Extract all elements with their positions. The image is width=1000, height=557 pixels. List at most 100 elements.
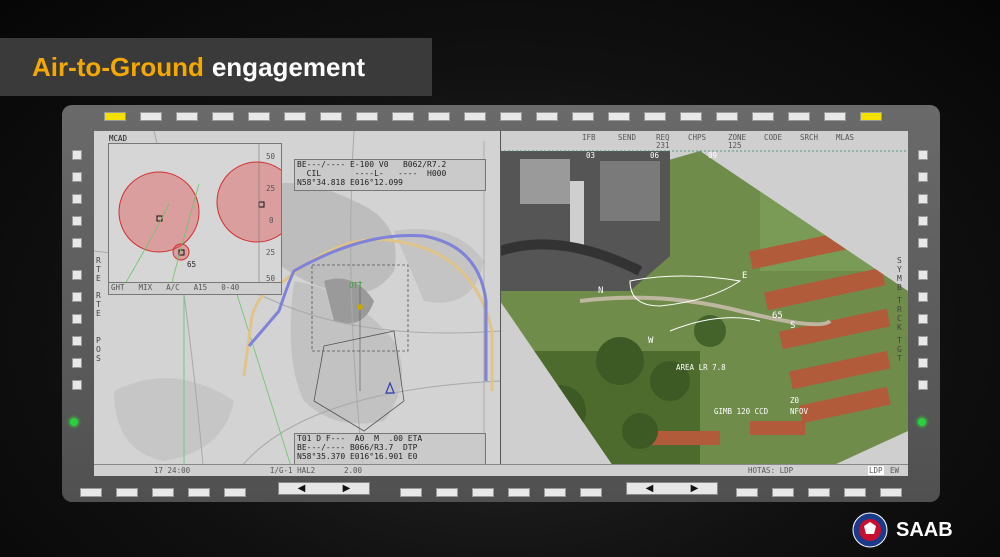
bezel-key-side[interactable] — [918, 358, 928, 368]
target-label-65: 65 — [772, 311, 783, 321]
bezel-key-top[interactable] — [788, 112, 810, 121]
compass-north: N — [598, 286, 604, 296]
bezel-key-side[interactable] — [918, 314, 928, 324]
bezel-key-top[interactable] — [500, 112, 522, 121]
bezel-key-top[interactable] — [104, 112, 126, 121]
threat-inset-graphic — [118, 144, 281, 294]
bezel-key-bottom[interactable] — [224, 488, 246, 497]
softkey-tgt[interactable]: TGT — [897, 336, 905, 363]
status-mode: I/G-1 HAL2 — [270, 466, 316, 475]
rocker-switch-left[interactable]: ◀ ▶ — [278, 482, 370, 495]
bezel-key-side[interactable] — [72, 150, 82, 160]
bezel-key-side[interactable] — [72, 358, 82, 368]
status-hotas: HOTAS: LDP — [748, 466, 794, 475]
compass-east: E — [742, 271, 748, 281]
bezel-key-side[interactable] — [918, 270, 928, 280]
bezel-key-bottom[interactable] — [736, 488, 758, 497]
bezel-key-side[interactable] — [918, 150, 928, 160]
bezel-key-top[interactable] — [248, 112, 270, 121]
bezel-key-bottom[interactable] — [580, 488, 602, 497]
rocker-switch-right[interactable]: ◀ ▶ — [626, 482, 718, 495]
bezel-key-side[interactable] — [918, 216, 928, 226]
inset-label-ac[interactable]: A/C — [166, 283, 180, 294]
bezel-key-top[interactable] — [536, 112, 558, 121]
bezel-key-side[interactable] — [72, 194, 82, 204]
bezel-key-top[interactable] — [284, 112, 306, 121]
bezel-key-side[interactable] — [72, 336, 82, 346]
bezel-key-side[interactable] — [72, 216, 82, 226]
bezel-key-top[interactable] — [356, 112, 378, 121]
bezel-key-bottom[interactable] — [844, 488, 866, 497]
bezel-key-bottom[interactable] — [772, 488, 794, 497]
bezel-key-side[interactable] — [72, 172, 82, 182]
map-footer-block: T01 D F--- A0 M .00 ETA BE---/---- B066/… — [294, 433, 486, 465]
bezel-key-top[interactable] — [752, 112, 774, 121]
bezel-key-side[interactable] — [918, 336, 928, 346]
bezel-key-top[interactable] — [464, 112, 486, 121]
bezel-key-bottom[interactable] — [544, 488, 566, 497]
inset-label-mix[interactable]: MIX — [139, 283, 153, 294]
bezel-key-top[interactable] — [716, 112, 738, 121]
softkey-mlas[interactable]: MLAS — [836, 133, 854, 142]
inset-label-range[interactable]: A15 — [194, 283, 208, 294]
bezel-key-top[interactable] — [608, 112, 630, 121]
bezel-key-bottom[interactable] — [508, 488, 530, 497]
status-ldp[interactable]: LDP — [868, 466, 884, 475]
bezel-key-side[interactable] — [72, 270, 82, 280]
bezel-key-top[interactable] — [212, 112, 234, 121]
bezel-key-top[interactable] — [644, 112, 666, 121]
bezel-key-top[interactable] — [680, 112, 702, 121]
bezel-key-bottom[interactable] — [400, 488, 422, 497]
status-ew[interactable]: EW — [890, 466, 899, 475]
softkey-code[interactable]: CODE — [764, 133, 782, 142]
bezel-key-top[interactable] — [860, 112, 882, 121]
inset-label-ght[interactable]: GHT — [111, 283, 125, 294]
bezel-key-side[interactable] — [72, 314, 82, 324]
softkey-symb[interactable]: SYMB — [897, 256, 905, 292]
bezel-key-side[interactable] — [918, 194, 928, 204]
softkey-trck[interactable]: TRCK — [897, 296, 905, 332]
map-footer-line3: N58°35.370 E016°16.901 E0 — [297, 452, 418, 461]
bezel-key-bottom[interactable] — [880, 488, 902, 497]
bezel-key-top[interactable] — [320, 112, 342, 121]
tactical-map[interactable]: BE---/---- E-100 V0 B062/R7.2 CIL ----L-… — [94, 131, 500, 476]
targeting-pod-view[interactable]: 03 06 09 N E S W 65 AREA LR 7.8 Z0 GIMB … — [500, 131, 908, 476]
bezel-key-bottom[interactable] — [436, 488, 458, 497]
bezel-key-bottom[interactable] — [188, 488, 210, 497]
inset-tick-4: 25 — [266, 248, 276, 257]
bezel-key-side[interactable] — [918, 238, 928, 248]
bezel-key-top[interactable] — [392, 112, 414, 121]
bezel-key-bottom[interactable] — [808, 488, 830, 497]
bezel-key-side[interactable] — [72, 238, 82, 248]
bezel-key-bottom[interactable] — [116, 488, 138, 497]
compass-south: S — [790, 321, 796, 331]
softkey-ifb[interactable]: IFB — [582, 133, 596, 142]
softkey-rte-2[interactable]: RTE — [96, 291, 104, 318]
bezel-key-bottom[interactable] — [152, 488, 174, 497]
bezel-key-side[interactable] — [918, 172, 928, 182]
bezel-key-side[interactable] — [72, 292, 82, 302]
bezel-key-side[interactable] — [918, 292, 928, 302]
bezel-key-bottom[interactable] — [472, 488, 494, 497]
bezel-key-top[interactable] — [824, 112, 846, 121]
bezel-key-side[interactable] — [72, 380, 82, 390]
camera-imagery — [500, 150, 908, 476]
bezel-key-top[interactable] — [428, 112, 450, 121]
softkey-pos[interactable]: POS — [96, 336, 104, 363]
softkey-zone-value: 125 — [728, 141, 742, 150]
softkey-srch[interactable]: SRCH — [800, 133, 818, 142]
softkey-rte-1[interactable]: RTE — [96, 256, 104, 283]
bezel-key-top[interactable] — [140, 112, 162, 121]
bezel-key-bottom[interactable] — [80, 488, 102, 497]
inset-label-ranges: 0-40 — [221, 283, 240, 292]
readout-nfov: NFOV — [790, 407, 809, 416]
bezel-key-top[interactable] — [572, 112, 594, 121]
softkey-send[interactable]: SEND — [618, 133, 636, 142]
threat-inset[interactable]: MCAD 50 25 0 25 50 65 GHT MIX A/C A15 0-… — [108, 134, 282, 295]
bezel-key-top[interactable] — [176, 112, 198, 121]
inset-waypoint-65: 65 — [187, 260, 197, 269]
softkey-chps[interactable]: CHPS — [688, 133, 706, 142]
title-main: engagement — [211, 51, 365, 82]
inset-tag: MCAD — [109, 134, 128, 143]
bezel-key-side[interactable] — [918, 380, 928, 390]
